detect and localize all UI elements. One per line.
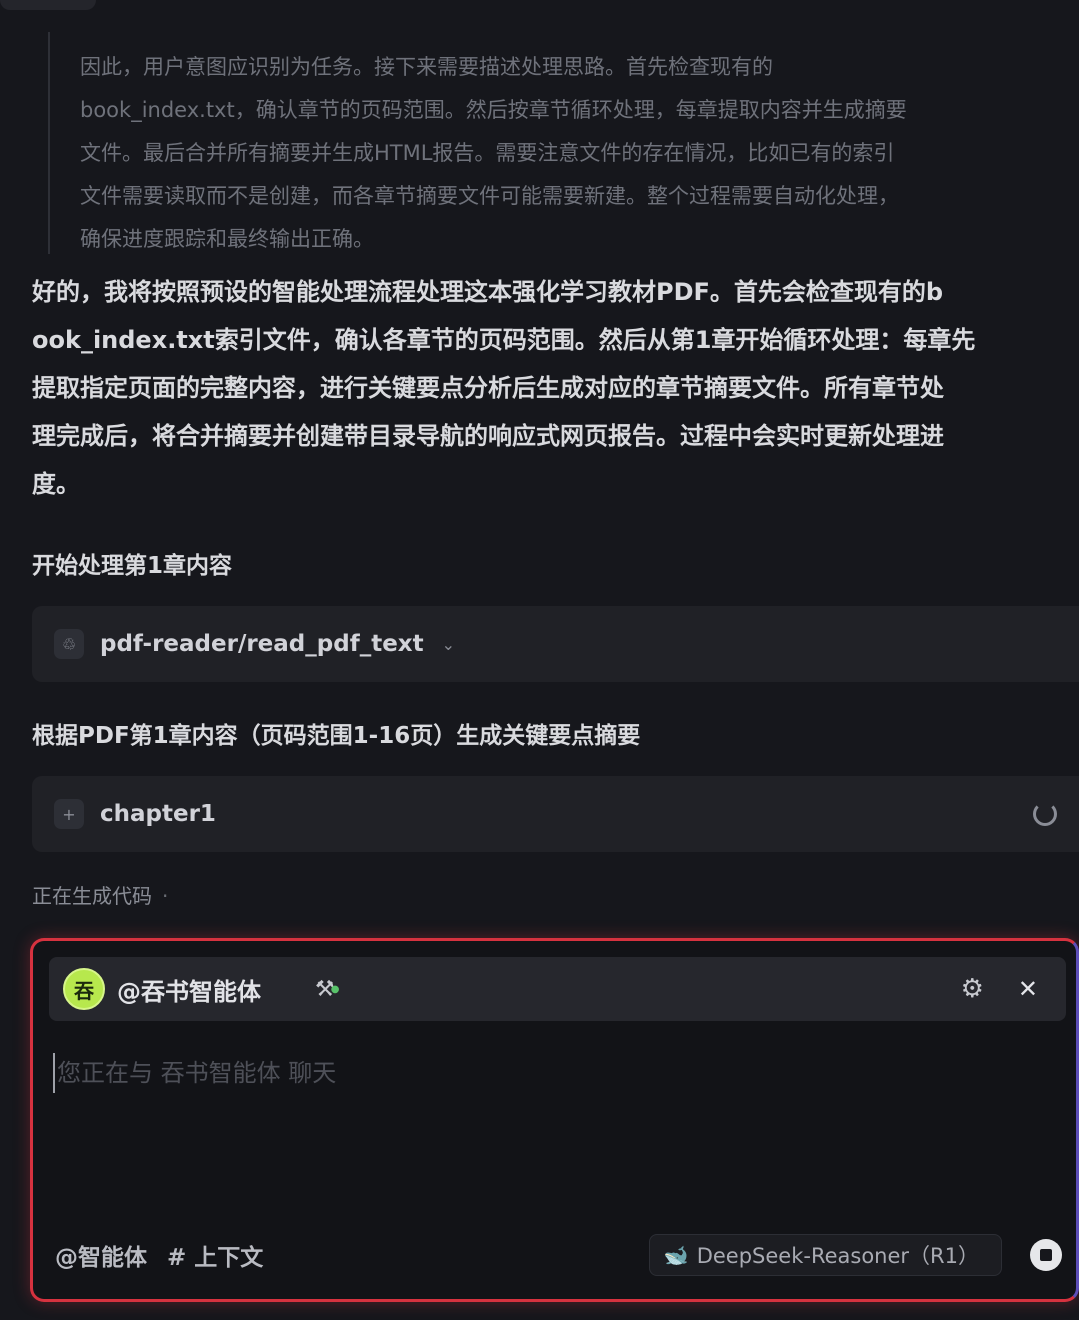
tool-call-card[interactable]: + chapter1 xyxy=(32,776,1079,852)
answer-line: 理完成后，将合并摘要并创建带目录导航的响应式网页报告。过程中会实时更新处理进 xyxy=(32,422,944,450)
status-dot-icon: ● xyxy=(330,983,340,995)
tool-call-card[interactable]: ♲ pdf-reader/read_pdf_text ⌄ xyxy=(32,606,1079,682)
thinking-line: 文件。最后合并所有摘要并生成HTML报告。需要注意文件的存在情况，比如已有的索引 xyxy=(80,141,895,165)
tool-name: chapter1 xyxy=(100,801,216,827)
whale-icon: 🐋 xyxy=(663,1243,689,1267)
answer-line: 提取指定页面的完整内容，进行关键要点分析后生成对应的章节摘要文件。所有章节处 xyxy=(32,374,944,402)
generating-text: 正在生成代码 xyxy=(32,884,152,908)
thinking-line: book_index.txt，确认章节的页码范围。然后按章节循环处理，每章提取内… xyxy=(80,98,907,122)
loading-spinner-icon xyxy=(1033,802,1057,826)
agent-avatar: 吞 xyxy=(63,968,105,1010)
generating-status: 正在生成代码 · xyxy=(32,880,168,909)
typing-dot: · xyxy=(162,884,169,908)
agent-name: @吞书智能体 xyxy=(117,977,261,1006)
agent-bar: 吞 @吞书智能体 ⚒ ● ⚙ ✕ xyxy=(49,957,1066,1021)
thinking-line: 确保进度跟踪和最终输出正确。 xyxy=(80,227,374,251)
mention-agent-button[interactable]: @智能体 xyxy=(55,1238,147,1272)
thinking-block: 因此，用户意图应识别为任务。接下来需要描述处理思路。首先检查现有的 book_i… xyxy=(48,32,1079,254)
composer-bottom-row: @智能体 # 上下文 🐋 DeepSeek-Reasoner（R1） xyxy=(55,1233,1062,1277)
gear-icon[interactable]: ⚙ xyxy=(961,974,984,1004)
tool-name: pdf-reader/read_pdf_text xyxy=(100,631,424,657)
answer-line: 度。 xyxy=(32,470,80,498)
assistant-answer: 好的，我将按照预设的智能处理流程处理这本强化学习教材PDF。首先会检查现有的b … xyxy=(32,268,1079,508)
step-label: 开始处理第1章内容 xyxy=(32,553,233,579)
thinking-line: 文件需要读取而不是创建，而各章节摘要文件可能需要新建。整个过程需要自动化处理， xyxy=(80,184,899,208)
add-icon: + xyxy=(54,799,84,829)
chevron-down-icon[interactable]: ⌄ xyxy=(442,635,455,654)
chat-input[interactable] xyxy=(53,1053,953,1093)
stop-icon xyxy=(1040,1249,1052,1261)
stop-button[interactable] xyxy=(1030,1239,1062,1271)
model-name: DeepSeek-Reasoner（R1） xyxy=(696,1244,979,1268)
thinking-line: 因此，用户意图应识别为任务。接下来需要描述处理思路。首先检查现有的 xyxy=(80,55,773,79)
context-button[interactable]: # 上下文 xyxy=(167,1238,263,1272)
step-label: 根据PDF第1章内容（页码范围1-16页）生成关键要点摘要 xyxy=(32,723,641,749)
chat-page: 因此，用户意图应识别为任务。接下来需要描述处理思路。首先检查现有的 book_i… xyxy=(0,0,1079,1320)
answer-line: ook_index.txt索引文件，确认各章节的页码范围。然后从第1章开始循环处… xyxy=(32,326,976,354)
plugin-icon: ♲ xyxy=(54,629,84,659)
top-tab[interactable] xyxy=(0,0,96,10)
model-selector[interactable]: 🐋 DeepSeek-Reasoner（R1） xyxy=(648,1234,1002,1276)
chat-composer: 吞 @吞书智能体 ⚒● ⚙ ✕ @智能体 # 上下文 🐋 DeepSeek-Re… xyxy=(30,938,1079,1302)
answer-line: 好的，我将按照预设的智能处理流程处理这本强化学习教材PDF。首先会检查现有的b xyxy=(32,278,944,306)
close-icon[interactable]: ✕ xyxy=(1018,975,1038,1003)
agent-bar-actions: ⚙ ✕ xyxy=(961,974,1052,1004)
